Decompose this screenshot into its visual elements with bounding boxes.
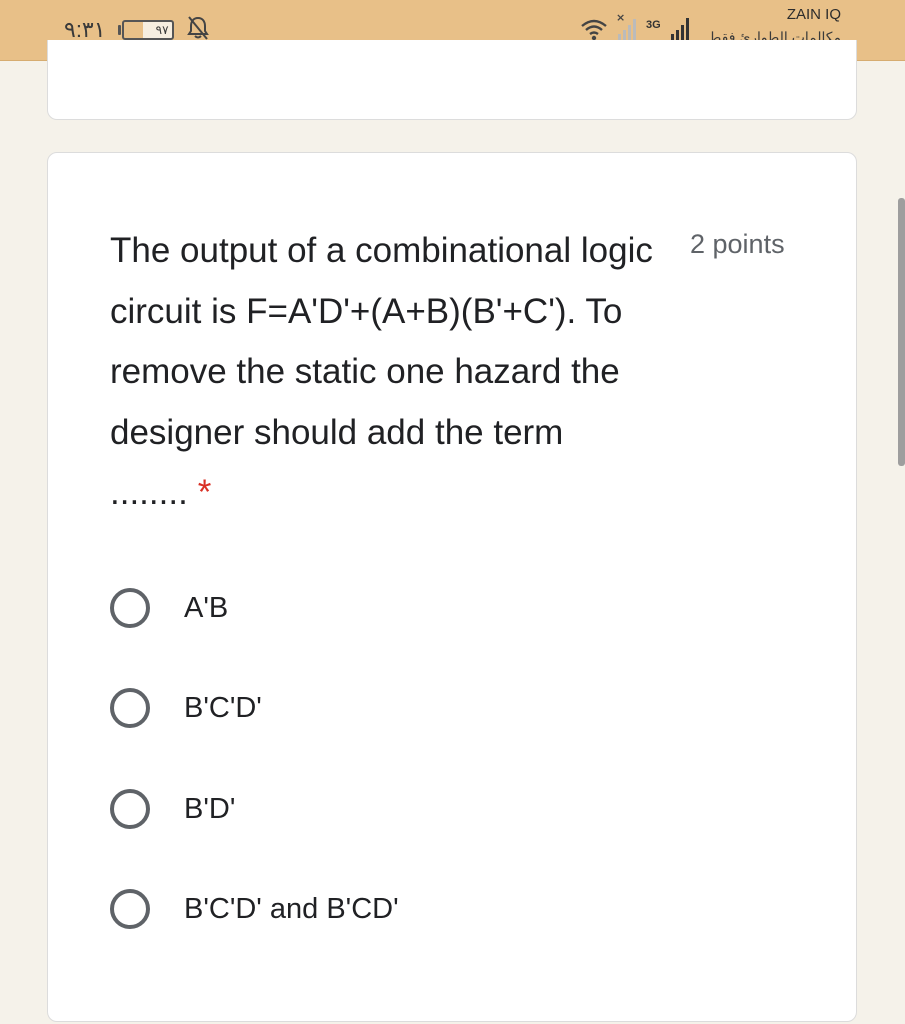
option-4[interactable]: B'C'D' and B'CD' (110, 884, 399, 934)
radio-button[interactable] (110, 889, 150, 929)
previous-question-card (47, 40, 857, 120)
option-2[interactable]: B'C'D' (110, 683, 262, 733)
radio-button[interactable] (110, 688, 150, 728)
option-label: B'D' (184, 792, 236, 825)
option-3[interactable]: B'D' (110, 784, 235, 834)
option-1[interactable]: A'B (110, 583, 228, 633)
carrier-name: ZAIN IQ (786, 6, 841, 23)
radio-button[interactable] (110, 588, 150, 628)
question-text: The output of a combinational logic circ… (110, 231, 653, 512)
scrollbar[interactable] (898, 198, 905, 466)
option-label: B'C'D' and B'CD' (184, 892, 399, 925)
option-label: B'C'D' (184, 691, 262, 724)
battery-level: ٩٧ (121, 20, 174, 40)
radio-button[interactable] (110, 789, 150, 829)
question-title: The output of a combinational logic circ… (110, 221, 670, 524)
network-type: 3G (646, 19, 661, 31)
battery-icon: ٩٧ (117, 20, 174, 40)
points-label: 2 points (690, 229, 785, 259)
svg-text:×: × (616, 12, 625, 24)
question-card: The output of a combinational logic circ… (47, 152, 857, 1022)
option-label: A'B (184, 591, 229, 624)
required-marker: * (197, 473, 212, 512)
